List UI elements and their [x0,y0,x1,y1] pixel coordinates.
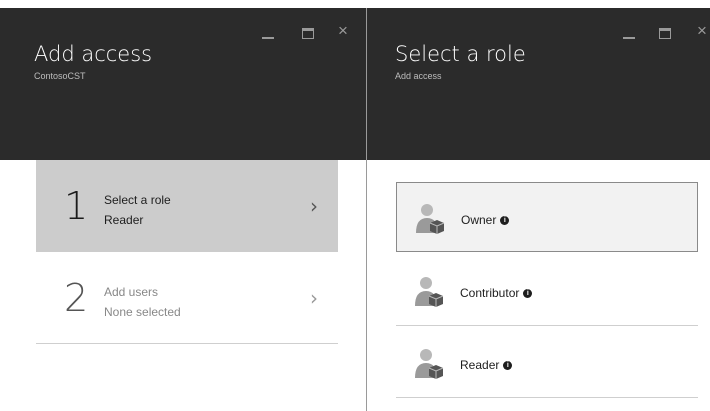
info-icon[interactable]: i [500,216,510,225]
step-title: Add users [104,285,159,299]
step-add-users[interactable]: 2 Add users None selected › [36,252,338,344]
select-role-blade: Select a role Add access × Owner i Contri… [366,8,710,411]
close-icon[interactable]: × [338,22,348,39]
minimize-icon[interactable] [623,37,635,39]
close-icon[interactable]: × [697,22,707,39]
blade-subtitle: ContosoCST [34,71,86,81]
step-value: None selected [104,305,181,319]
step-number: 1 [64,184,89,228]
maximize-icon[interactable] [302,28,314,39]
role-name: Contributor [460,286,520,300]
step-title: Select a role [104,193,171,207]
step-select-role[interactable]: 1 Select a role Reader › [36,160,338,252]
minimize-icon[interactable] [262,37,274,39]
blade-title: Select a role [395,42,526,66]
role-label: Reader i [460,358,513,372]
maximize-icon[interactable] [659,28,671,39]
role-contributor[interactable]: Contributor i [396,256,698,326]
blade-title: Add access [34,42,153,66]
step-value: Reader [104,213,144,227]
chevron-right-icon: › [310,194,318,218]
role-name: Reader [460,358,500,372]
step-divider [36,343,338,344]
window-controls: × [262,16,352,39]
role-user-icon [416,204,445,234]
info-icon[interactable]: i [523,289,533,298]
blade-header: Add access ContosoCST × [0,8,366,160]
window-controls: × [623,16,710,39]
role-label: Contributor i [460,286,533,300]
blade-subtitle: Add access [395,71,442,81]
role-user-icon [415,277,444,307]
info-icon[interactable]: i [503,361,513,370]
role-label: Owner i [461,213,510,227]
step-number: 2 [64,276,89,320]
role-reader[interactable]: Reader i [396,328,698,398]
role-user-icon [415,349,444,379]
chevron-right-icon: › [310,286,318,310]
blade-header: Select a role Add access × [367,8,710,160]
role-owner[interactable]: Owner i [396,182,698,252]
role-name: Owner [461,213,497,227]
add-access-blade: Add access ContosoCST × 1 Select a role … [0,8,366,411]
